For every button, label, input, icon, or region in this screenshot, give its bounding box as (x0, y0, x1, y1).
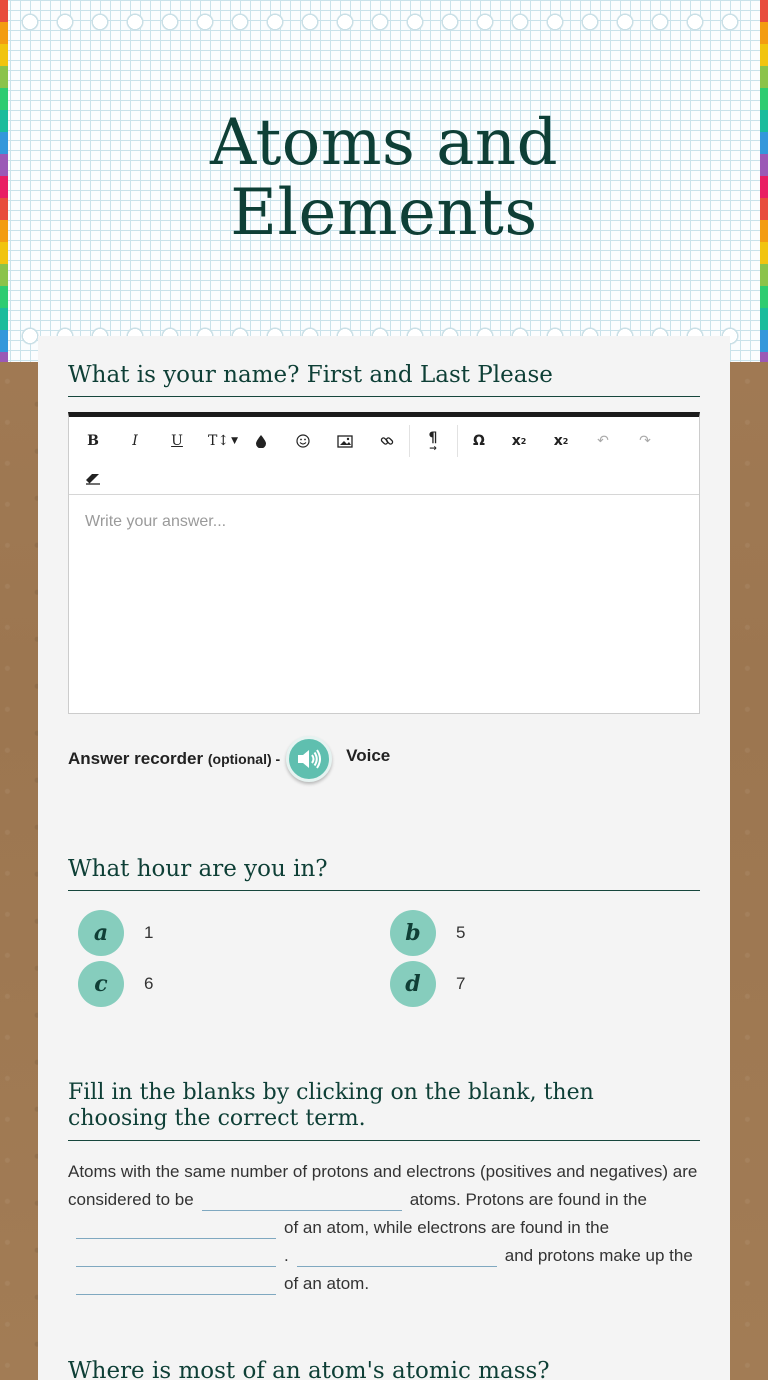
question-title-line-1: Fill in the blanks by clicking on the bl… (68, 1080, 594, 1105)
blank-3[interactable] (76, 1247, 276, 1267)
option-letter-badge: b (390, 910, 436, 956)
title-line-2: Elements (230, 176, 538, 250)
text-size-dropdown[interactable]: T↕ ▼ (203, 425, 243, 457)
ink-drop-icon[interactable] (245, 425, 277, 457)
question-title: What hour are you in? (68, 856, 700, 891)
blank-2[interactable] (76, 1219, 276, 1239)
blank-4[interactable] (296, 1247, 497, 1267)
arrow-right-icon: → (429, 444, 437, 454)
underline-button[interactable]: U (161, 425, 193, 457)
option-letter-badge: d (390, 961, 436, 1007)
fill-text: atoms. Protons are found in the (409, 1190, 647, 1209)
chevron-down-icon: ▼ (231, 436, 238, 446)
worksheet-card: What is your name? First and Last Please… (38, 336, 730, 1380)
speaker-icon (298, 749, 322, 769)
recorder-label: Answer recorder (optional) - (68, 749, 280, 769)
question-title-line-2: choosing the correct term. (68, 1106, 366, 1131)
bold-button[interactable]: B (77, 425, 109, 457)
emoji-icon[interactable] (287, 425, 319, 457)
page-title: Atoms and Elements (0, 108, 768, 248)
link-icon[interactable] (371, 425, 403, 457)
fill-text: . (284, 1246, 289, 1265)
fill-blank-paragraph: Atoms with the same number of protons an… (68, 1158, 700, 1298)
editor-toolbar: B I U T↕ ▼ ¶ → Ω x2 x2 ↶ ↷ (69, 417, 699, 495)
eraser-icon[interactable] (77, 463, 109, 495)
italic-button[interactable]: I (119, 425, 151, 457)
blank-5[interactable] (76, 1275, 276, 1295)
undo-icon[interactable]: ↶ (587, 425, 619, 457)
rich-text-editor: B I U T↕ ▼ ¶ → Ω x2 x2 ↶ ↷ Write your an… (68, 412, 700, 714)
title-line-1: Atoms and (209, 106, 559, 180)
image-icon[interactable] (329, 425, 361, 457)
question-atomic-mass: Where is most of an atom's atomic mass? (68, 1358, 700, 1380)
fill-text: and protons make up the (504, 1246, 693, 1265)
top-binder-holes (20, 12, 748, 32)
fill-text: of an atom. (284, 1274, 370, 1293)
toolbar-divider (409, 425, 410, 457)
option-d[interactable]: d 7 (390, 961, 465, 1007)
omega-special-char-icon[interactable]: Ω (463, 425, 495, 457)
recorder-optional-text: (optional) - (207, 751, 281, 767)
question-title: Where is most of an atom's atomic mass? (68, 1358, 700, 1380)
paragraph-direction-icon[interactable]: ¶ → (417, 425, 449, 457)
header-graph-paper: Atoms and Elements (0, 0, 768, 362)
superscript-button[interactable]: x2 (545, 425, 577, 457)
voice-label: Voice (346, 746, 391, 765)
option-text: 7 (456, 974, 466, 993)
option-c[interactable]: c 6 (78, 961, 153, 1007)
option-b[interactable]: b 5 (390, 910, 465, 956)
option-text: 5 (456, 923, 466, 942)
voice-record-button[interactable] (286, 736, 333, 782)
answer-textarea[interactable]: Write your answer... (69, 495, 699, 549)
redo-icon[interactable]: ↷ (629, 425, 661, 457)
question-fill-blanks: Fill in the blanks by clicking on the bl… (68, 1080, 700, 1141)
blank-1[interactable] (201, 1191, 402, 1211)
answer-placeholder: Write your answer... (85, 513, 227, 530)
recorder-label-text: Answer recorder (68, 749, 204, 768)
toolbar-divider (457, 425, 458, 457)
answer-recorder: Answer recorder (optional) - Voice (68, 736, 390, 782)
option-text: 1 (144, 923, 154, 942)
subscript-button[interactable]: x2 (503, 425, 535, 457)
question-hour: What hour are you in? (68, 856, 700, 891)
option-a[interactable]: a 1 (78, 910, 153, 956)
question-name: What is your name? First and Last Please (68, 362, 700, 397)
question-title: Fill in the blanks by clicking on the bl… (68, 1080, 700, 1141)
option-letter-badge: a (78, 910, 124, 956)
option-letter-badge: c (78, 961, 124, 1007)
fill-text: of an atom, while electrons are found in… (284, 1218, 610, 1237)
question-title: What is your name? First and Last Please (68, 362, 700, 397)
option-text: 6 (144, 974, 154, 993)
